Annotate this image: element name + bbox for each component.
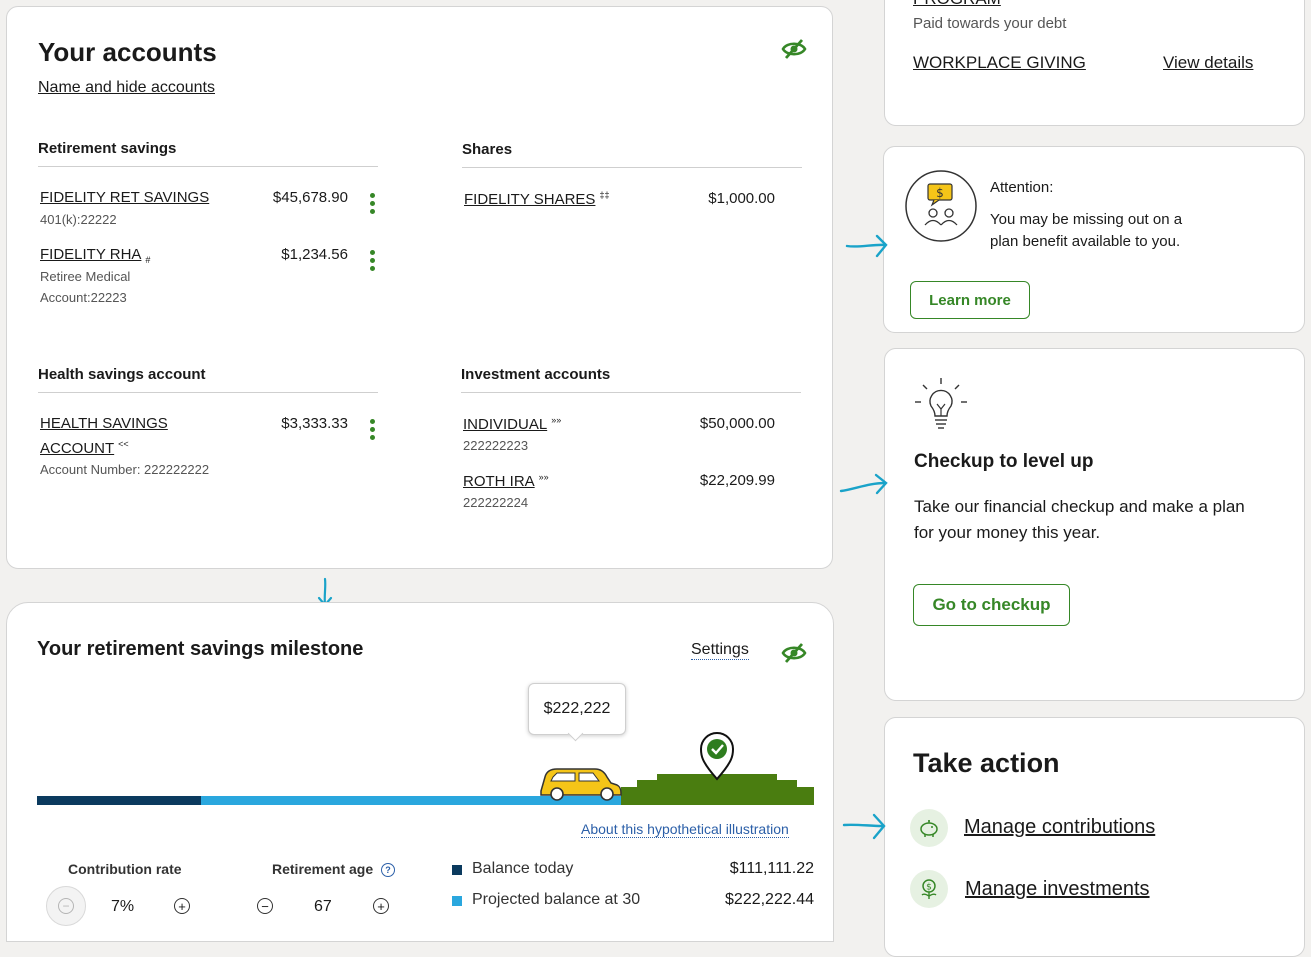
help-icon[interactable]: ? xyxy=(381,863,396,878)
settings-link[interactable]: Settings xyxy=(691,641,749,660)
account-footnote-mark: # xyxy=(145,255,151,265)
checkup-title: Checkup to level up xyxy=(914,451,1094,472)
piggy-bank-icon xyxy=(910,809,948,847)
accounts-card: Your accounts Name and hide accounts Ret… xyxy=(6,6,833,569)
account-amount: $50,000.00 xyxy=(699,415,775,432)
account-sub: 401(k):22222 xyxy=(40,212,117,227)
account-fidelity-rha[interactable]: FIDELITY RHA xyxy=(40,246,141,263)
checkup-line1: Take our financial checkup and make a pl… xyxy=(914,497,1245,516)
contribution-rate-value: 7% xyxy=(111,898,135,915)
legend-value: $222,222.44 xyxy=(725,891,814,908)
take-action-title: Take action xyxy=(913,748,1060,778)
account-amount: $3,333.33 xyxy=(281,415,348,432)
account-amount: $1,000.00 xyxy=(708,190,775,207)
program-link[interactable]: PROGRAM xyxy=(913,0,1001,9)
retirement-heading: Retirement savings xyxy=(38,140,177,157)
retirement-age-increase-button[interactable]: + xyxy=(373,898,389,914)
account-footnote-mark: << xyxy=(118,439,129,449)
workplace-giving-link[interactable]: WORKPLACE GIVING xyxy=(913,53,1086,73)
go-to-checkup-button[interactable]: Go to checkup xyxy=(913,584,1070,626)
divider xyxy=(38,166,378,167)
account-individual-wrap: INDIVIDUAL »» xyxy=(463,415,561,433)
hide-balances-icon[interactable] xyxy=(781,38,807,60)
legend-label: Balance today xyxy=(472,860,574,877)
milestone-title: Your retirement savings milestone xyxy=(37,638,364,660)
about-illustration-link[interactable]: About this hypothetical illustration xyxy=(581,821,789,838)
manage-contributions-link[interactable]: Manage contributions xyxy=(964,816,1155,839)
account-menu-icon[interactable] xyxy=(370,419,376,443)
account-sub: Retiree Medical xyxy=(40,269,131,284)
investment-heading: Investment accounts xyxy=(461,366,611,383)
account-amount: $1,234.56 xyxy=(281,246,348,263)
learn-more-button[interactable]: Learn more xyxy=(910,281,1030,319)
investment-plant-icon: $ xyxy=(910,870,948,908)
annotation-arrow-right-icon xyxy=(845,234,888,258)
accounts-title: Your accounts xyxy=(38,37,217,67)
account-hsa-name-cont[interactable]: ACCOUNT xyxy=(40,440,114,457)
retirement-age-label-wrap: Retirement age ? xyxy=(272,861,396,878)
debt-card: PROGRAM Paid towards your debt WORKPLACE… xyxy=(884,0,1305,126)
attention-title: Attention: xyxy=(990,179,1054,196)
tooltip-value: $222,222 xyxy=(543,700,611,717)
view-details-link[interactable]: View details xyxy=(1163,53,1253,73)
shares-heading: Shares xyxy=(462,141,513,158)
advisor-chat-icon: $ xyxy=(905,170,977,242)
svg-text:$: $ xyxy=(926,883,932,893)
divider xyxy=(462,167,802,168)
contribution-increase-button[interactable]: + xyxy=(174,898,190,914)
projected-legend-swatch xyxy=(452,896,462,906)
annotation-arrow-right-icon xyxy=(839,473,888,495)
minus-icon: − xyxy=(58,898,74,914)
checkup-line2: for your money this year. xyxy=(914,523,1101,542)
lightbulb-icon xyxy=(915,378,967,429)
account-menu-icon[interactable] xyxy=(370,193,376,217)
account-footnote-mark: »» xyxy=(551,415,562,425)
goal-pin-icon xyxy=(699,732,735,781)
checkup-card: Checkup to level up Take our financial c… xyxy=(884,348,1305,701)
account-sub: 222222224 xyxy=(463,495,529,510)
account-sub: Account Number: 222222222 xyxy=(40,462,210,477)
svg-text:$: $ xyxy=(936,186,944,200)
legend-label: Projected balance at 30 xyxy=(472,891,641,908)
account-roth-ira-wrap: ROTH IRA»» xyxy=(463,472,549,490)
balance-today-legend-swatch xyxy=(452,865,462,875)
contribution-decrease-button[interactable]: − xyxy=(46,886,86,926)
account-fidelity-ret-savings[interactable]: FIDELITY RET SAVINGS xyxy=(40,189,209,206)
attention-card: $ Attention: You may be missing out on a… xyxy=(883,146,1305,333)
account-roth-ira[interactable]: ROTH IRA xyxy=(463,473,535,490)
take-action-card: Take action Manage contributions $ Manag… xyxy=(884,717,1305,957)
hsa-heading: Health savings account xyxy=(38,366,206,383)
account-footnote-mark: »» xyxy=(538,472,549,482)
account-hsa-line2: ACCOUNT << xyxy=(40,439,129,457)
attention-line2: plan benefit available to you. xyxy=(990,233,1181,250)
retirement-age-label: Retirement age xyxy=(272,861,374,877)
account-individual[interactable]: INDIVIDUAL xyxy=(463,416,547,433)
balance-today-bar xyxy=(37,796,201,805)
retirement-age-decrease-button[interactable]: − xyxy=(257,898,273,914)
account-fidelity-rha-wrap: FIDELITY RHA # xyxy=(40,246,150,265)
paid-text: Paid towards your debt xyxy=(913,15,1067,32)
legend-value: $111,111.22 xyxy=(729,860,814,877)
annotation-arrow-right-icon xyxy=(842,813,886,840)
divider xyxy=(461,392,801,393)
hide-chart-icon[interactable] xyxy=(781,642,807,664)
account-amount: $45,678.90 xyxy=(272,189,348,206)
account-fidelity-shares[interactable]: FIDELITY SHARES xyxy=(464,191,595,208)
account-sub: Account:22223 xyxy=(40,290,127,305)
account-sub: 222222223 xyxy=(463,438,529,453)
car-icon xyxy=(540,768,622,801)
account-menu-icon[interactable] xyxy=(370,250,376,274)
account-hsa[interactable]: HEALTH SAVINGS xyxy=(40,415,168,432)
milestone-card: Your retirement savings milestone Settin… xyxy=(6,602,834,942)
manage-investments-link[interactable]: Manage investments xyxy=(965,878,1150,901)
account-fidelity-shares-wrap: FIDELITY SHARES ‡‡ xyxy=(464,190,609,208)
contribution-rate-label: Contribution rate xyxy=(68,861,182,877)
milestone-progress-chart xyxy=(37,732,814,805)
attention-line1: You may be missing out on a xyxy=(990,211,1183,228)
divider xyxy=(38,392,378,393)
name-hide-accounts-link[interactable]: Name and hide accounts xyxy=(38,79,215,97)
retirement-age-value: 67 xyxy=(314,898,332,915)
account-amount: $22,209.99 xyxy=(699,472,775,489)
account-footnote-mark: ‡‡ xyxy=(599,190,610,200)
